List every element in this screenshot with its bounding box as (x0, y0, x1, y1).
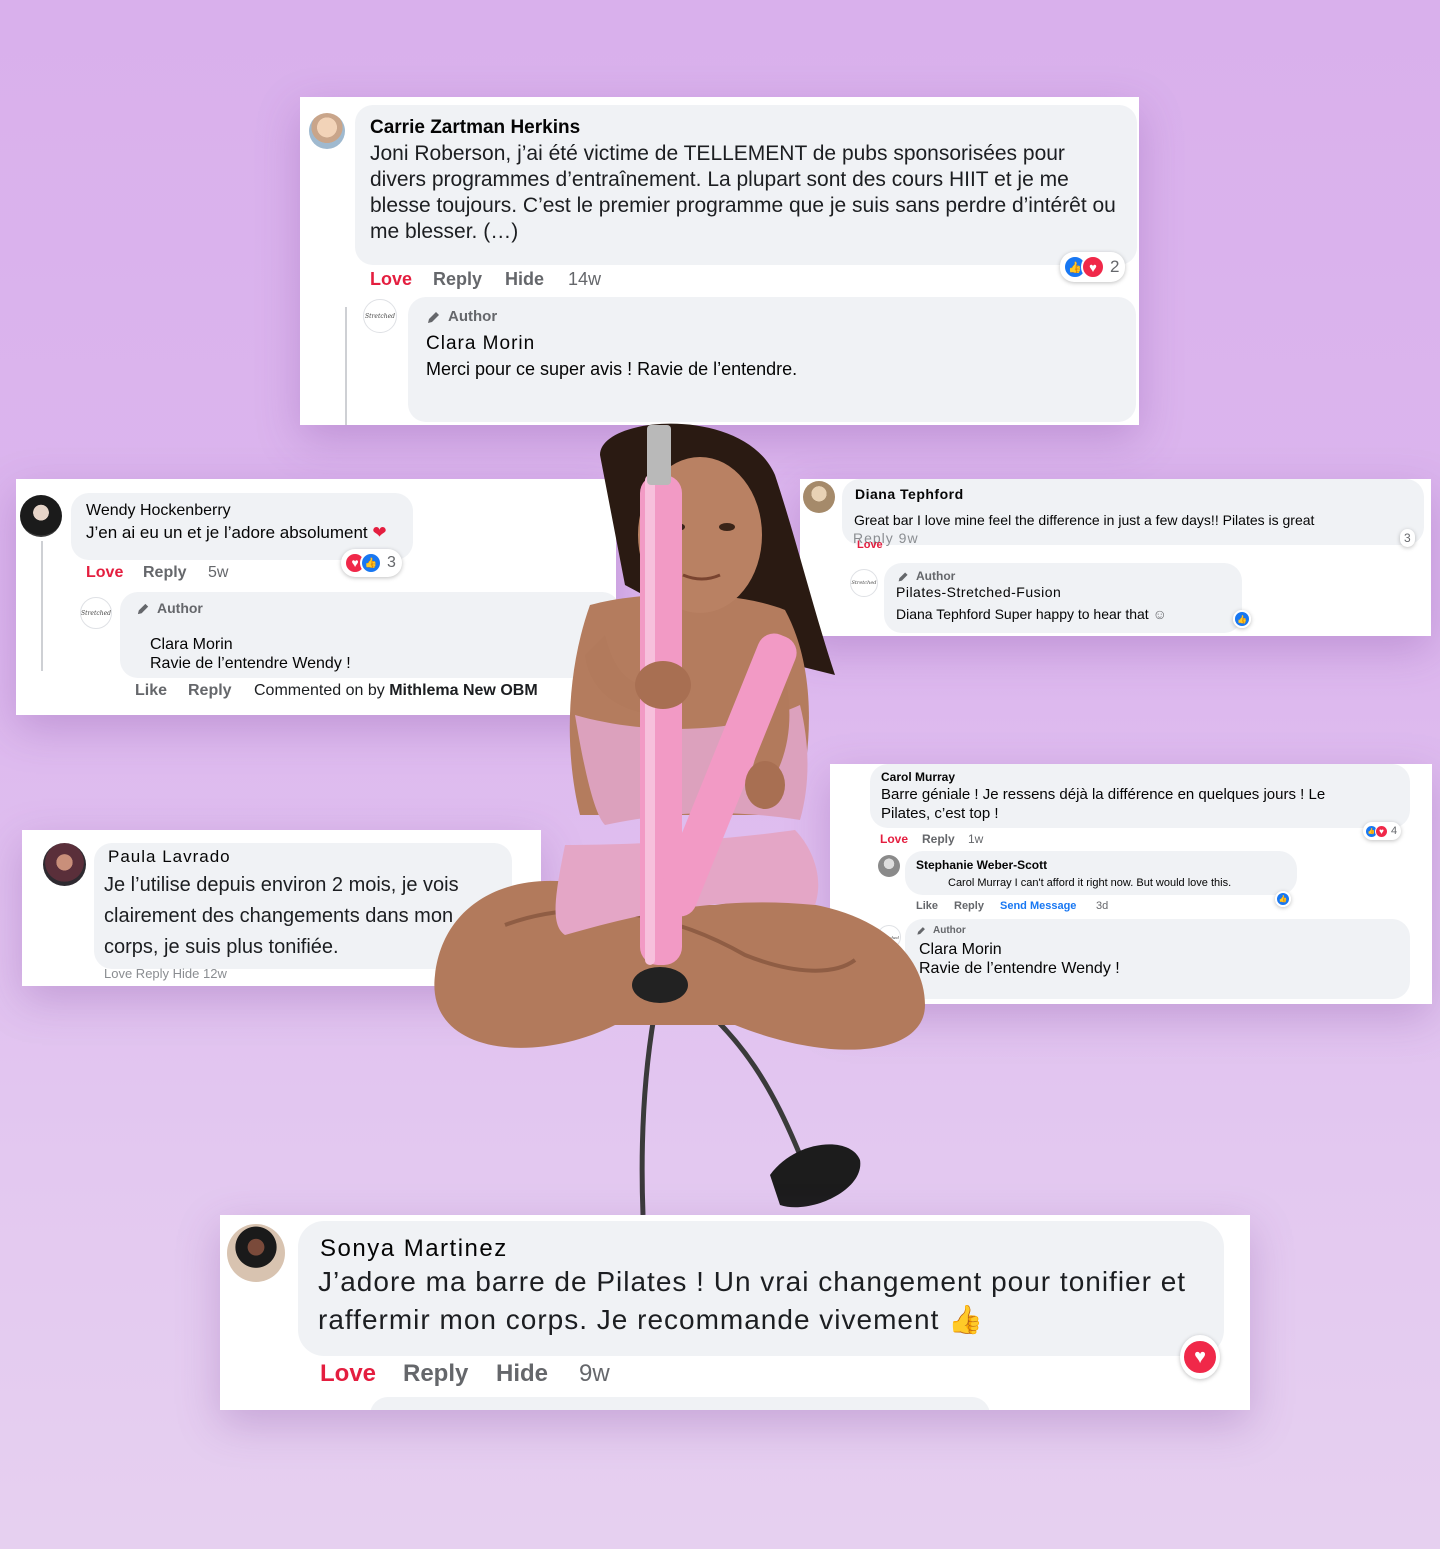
reaction-count: 3 (1404, 531, 1411, 545)
comment-author-name[interactable]: Wendy Hockenberry (86, 502, 231, 520)
reaction-summary[interactable]: 👍 ♥ 2 (1060, 252, 1126, 282)
hide-action[interactable]: Hide (505, 269, 544, 290)
like-reaction-icon: 👍 (360, 552, 382, 574)
page-logo-avatar[interactable]: Stretched (80, 597, 112, 629)
reaction-count: 4 (1391, 825, 1398, 837)
comment-text: Barre géniale ! Je ressens déjà la diffé… (881, 786, 1326, 822)
thumbs-up-emoji: 👍 (948, 1304, 985, 1335)
comment-actions[interactable]: Love Reply Hide 12w (104, 966, 227, 981)
avatar[interactable] (43, 843, 86, 886)
woman-with-pilates-bar-image (434, 423, 925, 1215)
pencil-icon (137, 603, 149, 614)
author-badge: Author (426, 308, 497, 325)
comment-text-body: J’adore ma barre de Pilates ! Un vrai ch… (318, 1266, 1187, 1335)
reply-author-name[interactable]: Clara Morin (426, 333, 535, 355)
love-action[interactable]: Love (370, 269, 412, 290)
reply-text: Diana Tephford Super happy to hear that … (896, 606, 1167, 622)
reaction-count: 3 (387, 554, 396, 571)
send-message-action[interactable]: Send Message (1000, 900, 1076, 912)
commented-label: Commented on by (254, 682, 385, 699)
like-reaction-icon: 👍 (1275, 891, 1291, 907)
reply-action[interactable]: Reply (403, 1360, 468, 1388)
timestamp[interactable]: 1w (968, 832, 983, 846)
comment-card-sonya: Sonya Martinez J’adore ma barre de Pilat… (220, 1215, 1250, 1410)
like-reaction-badge[interactable]: 👍 (1275, 891, 1291, 907)
reaction-count: 2 (1110, 257, 1120, 276)
reaction-summary[interactable]: ♥ 👍 3 (341, 549, 402, 577)
comment-text: Joni Roberson, j’ai été victime de TELLE… (370, 142, 1116, 243)
reply-author-name[interactable]: Clara Morin (150, 636, 233, 654)
reply-text: Merci pour ce super avis ! Ravie de l’en… (426, 359, 798, 379)
timestamp[interactable]: 9w (579, 1360, 610, 1388)
next-reply-bubble (370, 1397, 990, 1410)
like-reaction-icon: 👍 (1233, 610, 1251, 628)
comment-text: J’en ai eu un et je l’adore absolument ❤ (86, 523, 387, 543)
timestamp[interactable]: 5w (208, 564, 228, 582)
timestamp[interactable]: 3d (1096, 900, 1108, 912)
like-reaction-badge[interactable]: 👍 (1233, 610, 1251, 628)
author-label: Author (448, 308, 498, 325)
reply-bubble (905, 919, 1410, 999)
reply-action[interactable]: Reply (433, 269, 482, 290)
love-reaction-icon: ♥ (1375, 824, 1388, 838)
author-badge: Author (136, 600, 203, 616)
heart-emoji: ❤ (372, 523, 387, 542)
thread-line (345, 307, 347, 425)
comment-card-carrie: Carrie Zartman Herkins Joni Roberson, j’… (300, 97, 1139, 425)
avatar[interactable] (309, 113, 345, 149)
reply-text: Ravie de l’entendre Wendy ! (919, 960, 1120, 977)
page-logo-avatar[interactable]: Stretched (363, 299, 397, 333)
love-action[interactable]: Love (320, 1360, 376, 1388)
love-reaction-icon: ♥ (1182, 1339, 1218, 1375)
comment-author-name[interactable]: Sonya Martinez (320, 1235, 508, 1263)
thread-line (41, 541, 43, 671)
timestamp[interactable]: 14w (568, 269, 601, 290)
love-action[interactable]: Love (86, 564, 123, 582)
reply-author-name[interactable]: Stephanie Weber-Scott (916, 858, 1047, 872)
pencil-icon (428, 311, 439, 323)
hide-action[interactable]: Hide (496, 1360, 548, 1388)
reply-action[interactable]: Reply (143, 564, 187, 582)
comment-text: J’adore ma barre de Pilates ! Un vrai ch… (318, 1263, 1198, 1339)
like-action[interactable]: Like (135, 682, 167, 700)
reply-text: Carol Murray I can't afford it right now… (948, 877, 1232, 889)
author-label: Author (933, 925, 966, 936)
comment-author-name[interactable]: Carrie Zartman Herkins (370, 117, 580, 139)
avatar[interactable] (20, 495, 62, 537)
smile-emoji: ☺ (1152, 606, 1167, 622)
reply-action[interactable]: Reply (188, 682, 232, 700)
reaction-summary[interactable]: ♥ (1180, 1335, 1220, 1379)
love-reaction-icon: ♥ (1081, 255, 1105, 279)
comment-text-body: J’en ai eu un et je l’adore absolument (86, 523, 368, 542)
comment-author-name[interactable]: Paula Lavrado (108, 847, 231, 867)
reply-text: Ravie de l’entendre Wendy ! (150, 655, 351, 672)
reaction-summary[interactable]: 👍 ♥ 4 (1363, 822, 1402, 840)
reaction-summary[interactable]: 3 (1400, 529, 1415, 547)
avatar[interactable] (227, 1224, 285, 1282)
author-label: Author (157, 600, 203, 616)
reply-action[interactable]: Reply (954, 900, 984, 912)
